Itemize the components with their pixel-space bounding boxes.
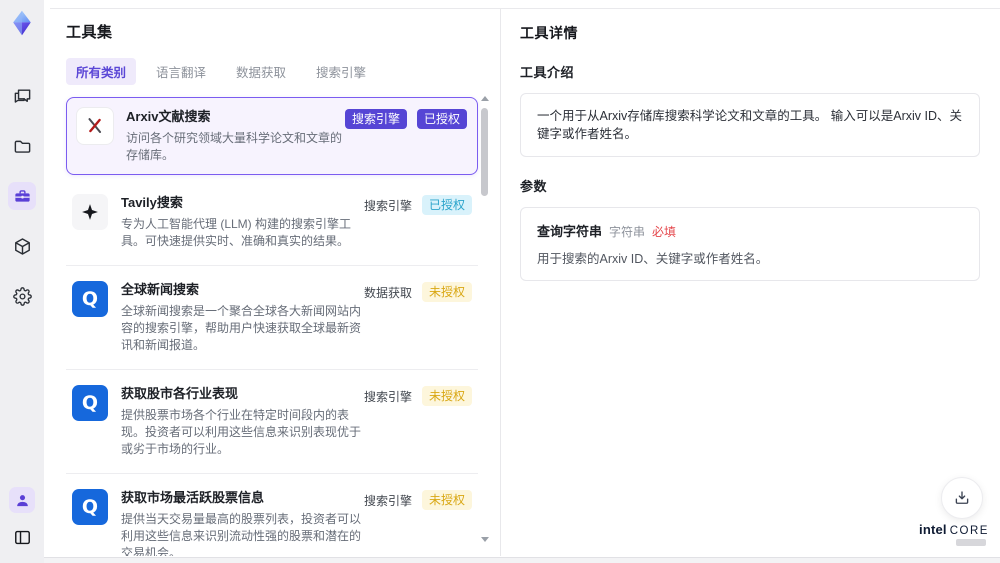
tool-desc: 提供当天交易量最高的股票列表，投资者可以利用这些信息来识别流动性强的股票和潜在的… — [121, 512, 362, 556]
app-logo-icon[interactable] — [7, 8, 37, 38]
tool-list: Arxiv文献搜索 访问各个研究领域大量科学论文和文章的存储库。 搜索引擎 已授… — [66, 97, 478, 556]
news-search-icon: Q — [72, 281, 108, 317]
tool-name: 获取股市各行业表现 — [121, 386, 239, 401]
tool-name: Tavily搜索 — [121, 195, 183, 210]
params-heading: 参数 — [520, 179, 548, 194]
param-required-badge: 必填 — [652, 225, 677, 239]
cube-icon[interactable] — [8, 232, 36, 260]
param-name: 查询字符串 — [537, 224, 603, 239]
panel-toggle-icon[interactable] — [8, 523, 36, 551]
scroll-down-arrow[interactable] — [481, 537, 489, 542]
tool-name: Arxiv文献搜索 — [126, 109, 211, 124]
category-label: 搜索引擎 — [363, 198, 412, 213]
tool-list-panel: 工具集 所有类别 语言翻译 数据获取 搜索引擎 Arxiv文献搜索 访问各个研究… — [44, 9, 500, 556]
auth-badge: 已授权 — [416, 109, 467, 129]
tab-language-translation[interactable]: 语言翻译 — [146, 58, 216, 85]
category-label: 搜索引擎 — [363, 493, 412, 508]
tool-detail-panel: 工具详情 工具介绍 一个用于从Arxiv存储库搜索科学论文和文章的工具。 输入可… — [501, 9, 1000, 556]
tool-card-tavily[interactable]: Tavily搜索 专为人工智能代理 (LLM) 构建的搜索引擎工具。可快速提供实… — [66, 179, 478, 266]
tab-data-acquisition[interactable]: 数据获取 — [226, 58, 296, 85]
auth-badge: 未授权 — [421, 490, 472, 510]
tool-name: 获取市场最活跃股票信息 — [121, 490, 265, 505]
sparkle-icon — [72, 194, 108, 230]
news-search-icon: Q — [72, 489, 108, 525]
user-icon[interactable] — [9, 487, 35, 513]
auth-badge: 已授权 — [421, 195, 472, 215]
brand-core: core — [949, 525, 989, 537]
intel-core-logo: intel core — [918, 522, 990, 546]
tool-card-global-news[interactable]: Q 全球新闻搜索 全球新闻搜索是一个聚合全球各大新闻网站内容的搜索引擎，帮助用户… — [66, 266, 478, 370]
tool-desc: 专为人工智能代理 (LLM) 构建的搜索引擎工具。可快速提供实时、准确和真实的结… — [121, 217, 352, 248]
auth-badge: 未授权 — [421, 386, 472, 406]
param-desc: 用于搜索的Arxiv ID、关键字或作者姓名。 — [537, 252, 769, 266]
scroll-up-arrow[interactable] — [481, 96, 489, 101]
tool-card-arxiv[interactable]: Arxiv文献搜索 访问各个研究领域大量科学论文和文章的存储库。 搜索引擎 已授… — [66, 97, 478, 175]
news-search-icon: Q — [72, 385, 108, 421]
intro-text: 一个用于从Arxiv存储库搜索科学论文和文章的工具。 输入可以是Arxiv ID… — [537, 109, 963, 141]
toolbox-icon[interactable] — [8, 182, 36, 210]
settings-gear-icon[interactable] — [8, 282, 36, 310]
tool-card-active-stocks[interactable]: Q 获取市场最活跃股票信息 提供当天交易量最高的股票列表，投资者可以利用这些信息… — [66, 474, 478, 556]
chat-icon[interactable] — [8, 82, 36, 110]
detail-title: 工具详情 — [520, 25, 578, 41]
arxiv-icon — [77, 108, 113, 144]
auth-badge: 未授权 — [421, 282, 472, 302]
category-label: 搜索引擎 — [363, 389, 412, 404]
scrollbar-thumb[interactable] — [481, 108, 488, 196]
param-type: 字符串 — [609, 225, 646, 239]
tab-all-categories[interactable]: 所有类别 — [66, 58, 137, 85]
download-button[interactable] — [941, 477, 983, 519]
category-badge: 搜索引擎 — [344, 109, 407, 129]
tool-name: 全球新闻搜索 — [121, 282, 200, 297]
app-window: 工具集 所有类别 语言翻译 数据获取 搜索引擎 Arxiv文献搜索 访问各个研究… — [0, 0, 1000, 563]
intel-ultra-mark — [956, 539, 986, 546]
tab-search-engine[interactable]: 搜索引擎 — [306, 58, 376, 85]
intro-box: 一个用于从Arxiv存储库搜索科学论文和文章的工具。 输入可以是Arxiv ID… — [520, 93, 980, 157]
page-title: 工具集 — [66, 24, 113, 41]
list-scrollbar — [480, 90, 489, 548]
tool-desc: 全球新闻搜索是一个聚合全球各大新闻网站内容的搜索引擎，帮助用户快速获取全球最新资… — [121, 304, 362, 352]
category-label: 数据获取 — [363, 285, 412, 300]
folder-icon[interactable] — [8, 132, 36, 160]
intro-heading: 工具介绍 — [520, 65, 575, 80]
app-sidebar — [0, 0, 44, 563]
bottom-edge — [44, 557, 1000, 563]
tool-desc: 提供股票市场各个行业在特定时间段内的表现。投资者可以利用这些信息来识别表现优于或… — [121, 408, 362, 456]
category-tabs: 所有类别 语言翻译 数据获取 搜索引擎 — [66, 58, 478, 85]
tool-desc: 访问各个研究领域大量科学论文和文章的存储库。 — [126, 131, 343, 162]
param-box: 查询字符串 字符串 必填 用于搜索的Arxiv ID、关键字或作者姓名。 — [520, 207, 980, 281]
tool-card-sector-performance[interactable]: Q 获取股市各行业表现 提供股票市场各个行业在特定时间段内的表现。投资者可以利用… — [66, 370, 478, 474]
brand-intel: intel — [919, 522, 947, 537]
